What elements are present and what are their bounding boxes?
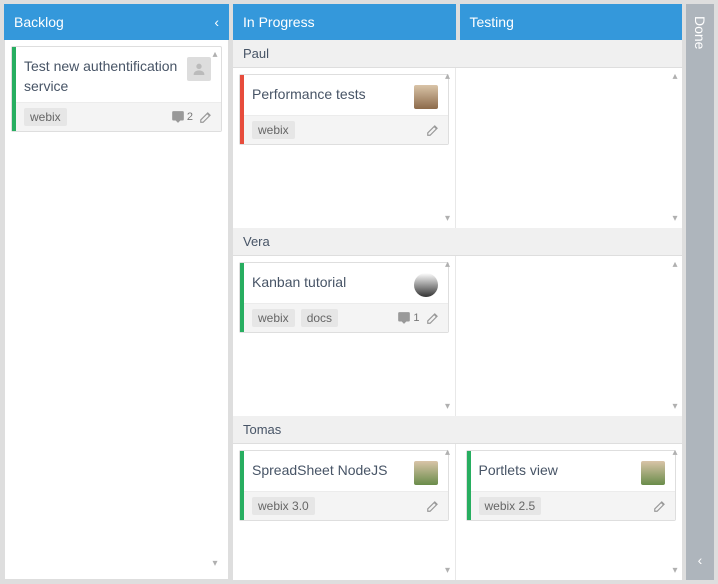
swimlanes: Paul Performance tests webix (233, 40, 682, 580)
tag[interactable]: webix 3.0 (252, 497, 315, 515)
scroll-up-icon[interactable]: ▴ (443, 260, 453, 270)
kanban-card[interactable]: Kanban tutorial webix docs 1 (239, 262, 449, 333)
column-header-in-progress[interactable]: In Progress (233, 4, 456, 40)
lane-cell-in-progress: Kanban tutorial webix docs 1 (233, 256, 456, 416)
tag[interactable]: webix (252, 121, 295, 139)
card-stripe (240, 451, 244, 520)
swimlane-body: Performance tests webix ▴ ▾ (233, 68, 682, 228)
column-title: Done (692, 16, 708, 49)
kanban-board: Backlog ‹ Test new authentification serv… (0, 0, 718, 584)
comments-icon[interactable]: 1 (397, 311, 419, 325)
scroll-up-icon[interactable]: ▴ (670, 260, 680, 270)
card-stripe (12, 47, 16, 131)
card-footer: webix 2 (12, 102, 221, 131)
column-done-collapsed[interactable]: Done ‹ (686, 4, 714, 580)
scroll-down-icon[interactable]: ▾ (670, 566, 680, 576)
kanban-card[interactable]: SpreadSheet NodeJS webix 3.0 (239, 450, 449, 521)
avatar (641, 461, 665, 485)
lane-cell-testing: Portlets view webix 2.5 ▴ ▾ (460, 444, 683, 580)
scroll-up-icon[interactable]: ▴ (670, 448, 680, 458)
column-header-backlog[interactable]: Backlog ‹ (4, 4, 229, 40)
scroll-up-icon[interactable]: ▴ (210, 50, 220, 60)
kanban-card[interactable]: Test new authentification service webix … (11, 46, 222, 132)
avatar (414, 461, 438, 485)
scroll-up-icon[interactable]: ▴ (443, 72, 453, 82)
column-body-backlog: Test new authentification service webix … (4, 40, 229, 580)
main-columns: In Progress Testing Paul Performance tes… (233, 4, 682, 580)
column-title: In Progress (243, 14, 315, 30)
scroll-down-icon[interactable]: ▾ (443, 566, 453, 576)
card-stripe (240, 75, 244, 144)
scroll-down-icon[interactable]: ▾ (443, 402, 453, 412)
lane-cell-testing: ▴ ▾ (460, 256, 683, 416)
card-text: Performance tests (252, 85, 406, 105)
card-text: Kanban tutorial (252, 273, 406, 293)
lane-cell-in-progress: Performance tests webix ▴ ▾ (233, 68, 456, 228)
edit-icon[interactable] (653, 499, 667, 513)
card-stripe (240, 263, 244, 332)
swimlane-header[interactable]: Vera (233, 228, 682, 256)
scroll-up-icon[interactable]: ▴ (443, 448, 453, 458)
avatar (414, 85, 438, 109)
avatar (414, 273, 438, 297)
edit-icon[interactable] (199, 110, 213, 124)
kanban-card[interactable]: Performance tests webix (239, 74, 449, 145)
scroll-down-icon[interactable]: ▾ (443, 214, 453, 224)
comments-count: 1 (413, 312, 419, 324)
lane-cell-in-progress: SpreadSheet NodeJS webix 3.0 ▴ ▾ (233, 444, 456, 580)
card-text: Portlets view (479, 461, 634, 481)
tag[interactable]: webix (24, 108, 67, 126)
scroll-down-icon[interactable]: ▾ (670, 214, 680, 224)
card-footer: webix (240, 115, 448, 144)
card-footer: webix 3.0 (240, 491, 448, 520)
chevron-left-icon: ‹ (214, 14, 219, 30)
edit-icon[interactable] (426, 123, 440, 137)
card-text: Test new authentification service (24, 57, 179, 96)
card-text: SpreadSheet NodeJS (252, 461, 406, 481)
comments-count: 2 (187, 111, 193, 123)
column-header-testing[interactable]: Testing (460, 4, 683, 40)
tag[interactable]: webix 2.5 (479, 497, 542, 515)
swimlane-header[interactable]: Paul (233, 40, 682, 68)
tag[interactable]: webix (252, 309, 295, 327)
column-backlog: Backlog ‹ Test new authentification serv… (4, 4, 229, 580)
swimlane-header[interactable]: Tomas (233, 416, 682, 444)
card-footer: webix docs 1 (240, 303, 448, 332)
scroll-down-icon[interactable]: ▾ (210, 559, 220, 569)
scroll-down-icon[interactable]: ▾ (670, 402, 680, 412)
card-footer: webix 2.5 (467, 491, 676, 520)
avatar-placeholder-icon (187, 57, 211, 81)
scroll-up-icon[interactable]: ▴ (670, 72, 680, 82)
swimlane-body: Kanban tutorial webix docs 1 (233, 256, 682, 416)
lane-cell-testing: ▴ ▾ (460, 68, 683, 228)
card-stripe (467, 451, 471, 520)
edit-icon[interactable] (426, 499, 440, 513)
column-title: Backlog (14, 14, 64, 30)
kanban-card[interactable]: Portlets view webix 2.5 (466, 450, 677, 521)
chevron-left-icon: ‹ (698, 552, 703, 568)
tag[interactable]: docs (301, 309, 338, 327)
edit-icon[interactable] (426, 311, 440, 325)
swimlane-body: SpreadSheet NodeJS webix 3.0 ▴ ▾ (233, 444, 682, 580)
column-title: Testing (470, 14, 514, 30)
comments-icon[interactable]: 2 (171, 110, 193, 124)
